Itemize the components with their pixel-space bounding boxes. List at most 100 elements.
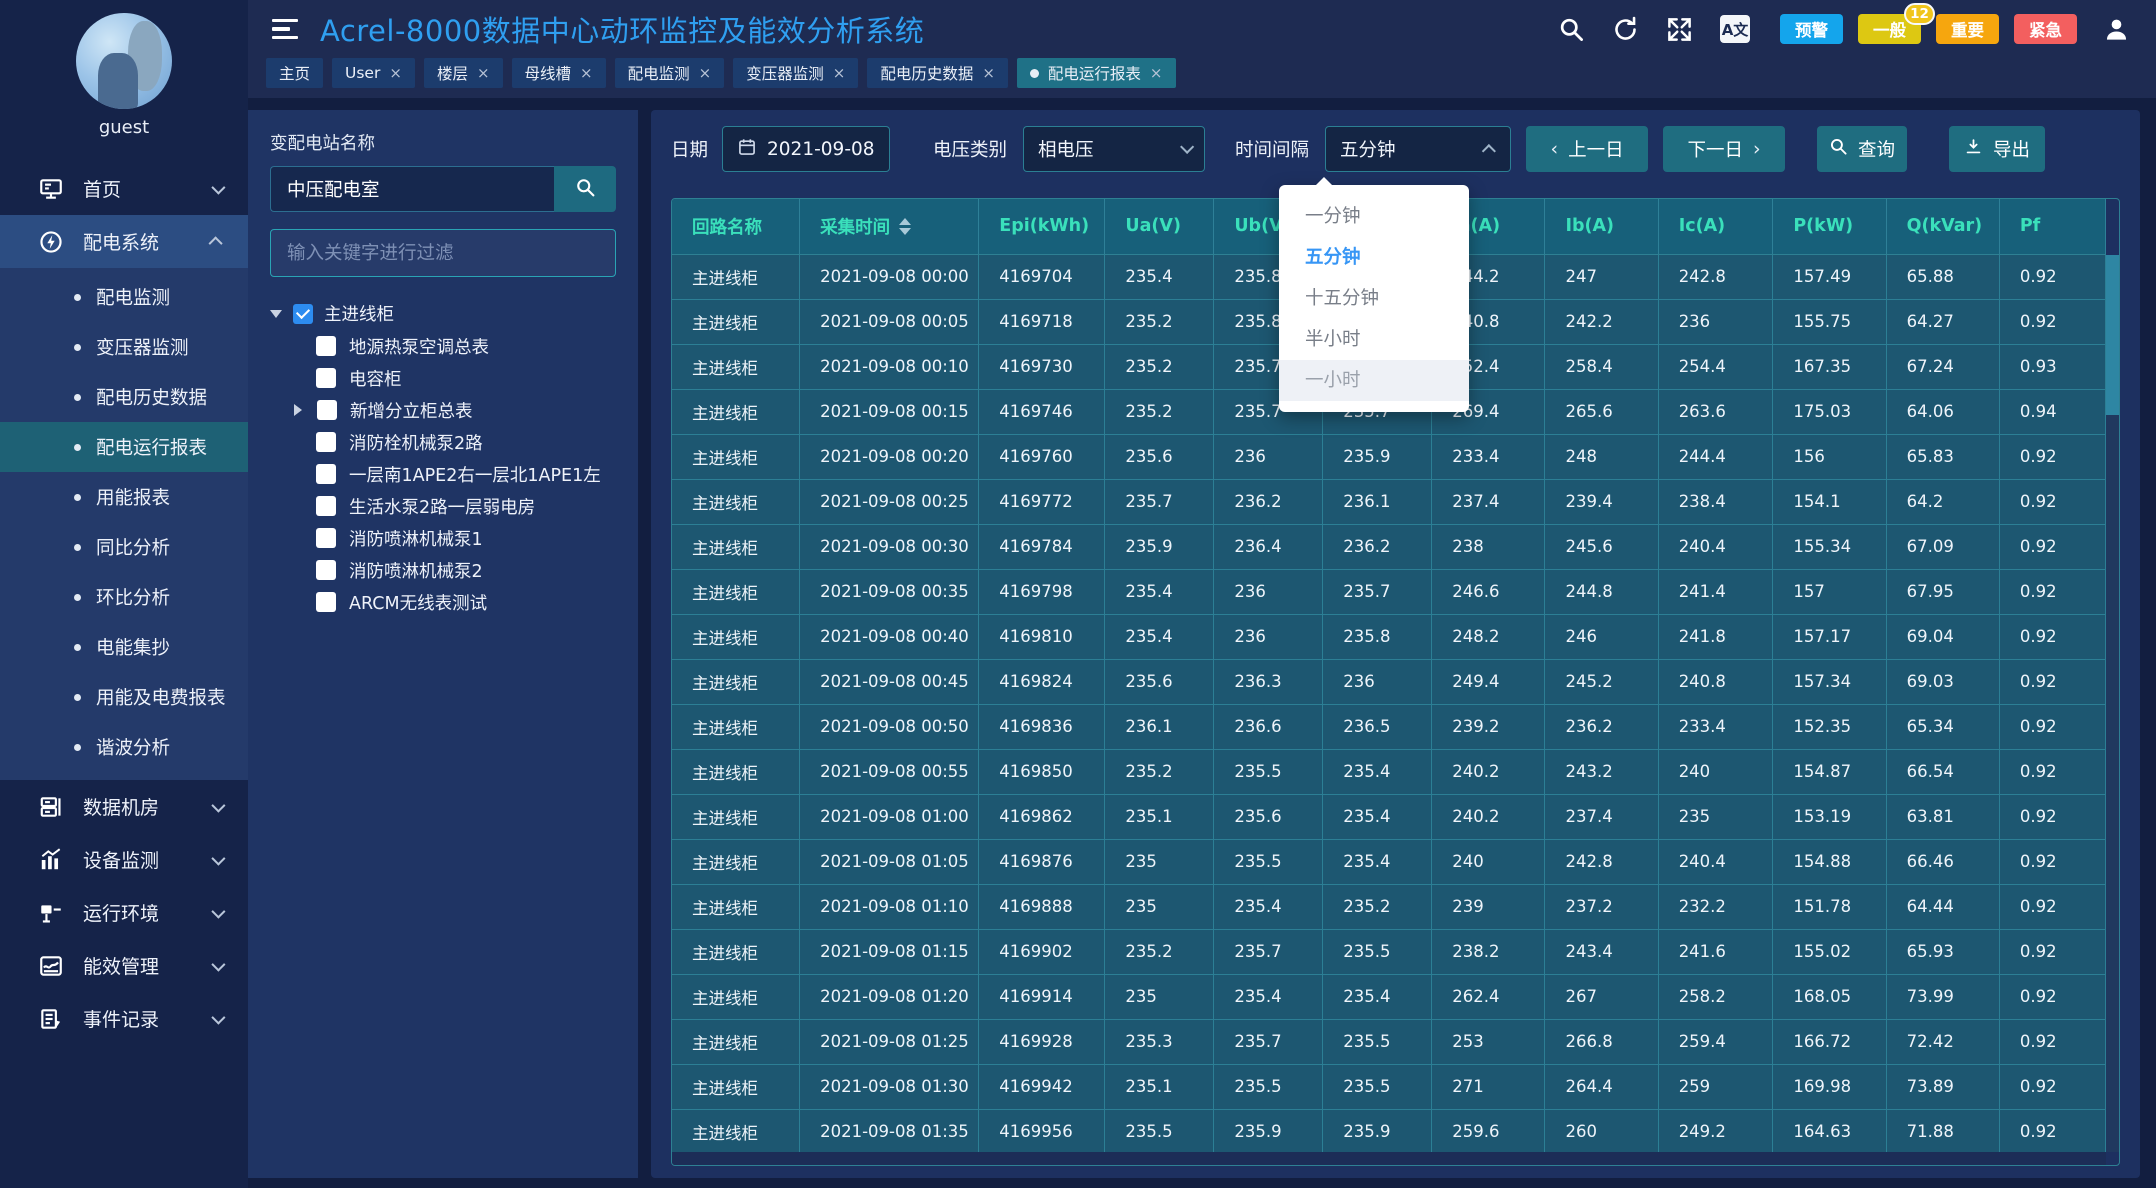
fullscreen-icon[interactable] xyxy=(1666,16,1693,43)
checkbox-unchecked[interactable] xyxy=(316,432,336,452)
sort-icon[interactable] xyxy=(899,218,911,235)
search-icon[interactable] xyxy=(1558,16,1585,43)
close-icon[interactable]: × xyxy=(477,66,490,81)
checkbox-unchecked[interactable] xyxy=(316,592,336,612)
interval-option-半小时[interactable]: 半小时 xyxy=(1279,319,1469,360)
sidebar-item-能效管理[interactable]: 能效管理 xyxy=(0,939,248,992)
export-button[interactable]: 导出 xyxy=(1949,126,2045,172)
alarm-badge[interactable]: 紧急 xyxy=(2014,14,2077,44)
tree-item-生活水泵2路一层弱电房[interactable]: 生活水泵2路一层弱电房 xyxy=(270,490,616,522)
sidebar-item-配电系统[interactable]: 配电系统 xyxy=(0,215,248,268)
refresh-icon[interactable] xyxy=(1612,16,1639,43)
checkbox-unchecked[interactable] xyxy=(316,464,336,484)
table-cell: 237.4 xyxy=(1432,479,1545,524)
close-icon[interactable]: × xyxy=(982,66,995,81)
sidebar-item-环比分析[interactable]: 环比分析 xyxy=(0,572,248,622)
chevron-down-icon[interactable] xyxy=(270,310,282,318)
table-cell: 242.2 xyxy=(1545,299,1658,344)
alarm-badge[interactable]: 重要 xyxy=(1936,14,1999,44)
interval-option-十五分钟[interactable]: 十五分钟 xyxy=(1279,278,1469,319)
sidebar-item-用能及电费报表[interactable]: 用能及电费报表 xyxy=(0,672,248,722)
sidebar-item-数据机房[interactable]: 数据机房 xyxy=(0,780,248,833)
sidebar-item-配电运行报表[interactable]: 配电运行报表 xyxy=(0,422,248,472)
tree-root-item[interactable]: 主进线柜 xyxy=(270,297,616,330)
checkbox-unchecked[interactable] xyxy=(316,368,336,388)
tree-filter-input[interactable] xyxy=(270,229,616,277)
collapse-menu-icon[interactable] xyxy=(272,19,298,39)
table-cell: 0.92 xyxy=(1999,614,2105,659)
tab-User[interactable]: User× xyxy=(332,58,415,88)
checkbox-checked[interactable] xyxy=(293,304,313,324)
tab-label: 配电历史数据 xyxy=(880,62,973,84)
close-icon[interactable]: × xyxy=(699,66,712,81)
tab-变压器监测[interactable]: 变压器监测× xyxy=(733,58,858,88)
table-cell: 157.17 xyxy=(1773,614,1886,659)
checkbox-unchecked[interactable] xyxy=(316,528,336,548)
tab-主页[interactable]: 主页 xyxy=(266,58,323,88)
next-day-button[interactable]: 下一日 › xyxy=(1663,126,1785,172)
alarm-badge[interactable]: 预警 xyxy=(1780,14,1843,44)
avatar[interactable] xyxy=(76,13,172,109)
sidebar-item-运行环境[interactable]: 运行环境 xyxy=(0,886,248,939)
table-cell: 243.4 xyxy=(1545,929,1658,974)
vertical-scrollbar[interactable] xyxy=(2106,255,2119,1152)
chevron-right-icon[interactable] xyxy=(294,404,302,416)
checkbox-unchecked[interactable] xyxy=(316,496,336,516)
close-icon[interactable]: × xyxy=(1150,66,1163,81)
tab-母线槽[interactable]: 母线槽× xyxy=(512,58,606,88)
tree-item-地源热泵空调总表[interactable]: 地源热泵空调总表 xyxy=(270,330,616,362)
tree-item-消防栓机械泵2路[interactable]: 消防栓机械泵2路 xyxy=(270,426,616,458)
tree-item-消防喷淋机械泵2[interactable]: 消防喷淋机械泵2 xyxy=(270,554,616,586)
table-cell: 233.4 xyxy=(1432,434,1545,479)
tab-配电运行报表[interactable]: 配电运行报表× xyxy=(1017,58,1176,88)
translate-icon[interactable]: A文 xyxy=(1720,15,1750,43)
alarm-badge[interactable]: 一般12 xyxy=(1858,14,1921,44)
interval-select[interactable]: 五分钟 xyxy=(1325,126,1511,172)
tab-配电历史数据[interactable]: 配电历史数据 × xyxy=(867,58,1008,88)
date-picker[interactable]: 2021-09-08 xyxy=(722,126,890,172)
checkbox-unchecked[interactable] xyxy=(316,560,336,580)
sidebar-item-谐波分析[interactable]: 谐波分析 xyxy=(0,722,248,772)
table-row: 主进线柜2021-09-08 01:354169956235.5235.9235… xyxy=(672,1109,2106,1154)
station-input[interactable] xyxy=(270,166,554,212)
horizontal-scrollbar[interactable] xyxy=(672,1152,2106,1165)
interval-option-五分钟[interactable]: 五分钟 xyxy=(1279,237,1469,278)
close-icon[interactable]: × xyxy=(580,66,593,81)
column-header-Ib(A): Ib(A) xyxy=(1545,199,1658,254)
column-header-采集时间[interactable]: 采集时间 xyxy=(800,199,979,254)
table-cell: 主进线柜 xyxy=(672,659,800,704)
tab-楼层[interactable]: 楼层× xyxy=(424,58,503,88)
station-search-button[interactable] xyxy=(554,166,616,212)
table-cell: 156 xyxy=(1773,434,1886,479)
interval-option-一小时[interactable]: 一小时 xyxy=(1279,360,1469,401)
table-cell: 235.4 xyxy=(1323,749,1432,794)
user-icon[interactable] xyxy=(2103,16,2130,43)
sidebar-item-电能集抄[interactable]: 电能集抄 xyxy=(0,622,248,672)
checkbox-unchecked[interactable] xyxy=(316,336,336,356)
sidebar-item-设备监测[interactable]: 设备监测 xyxy=(0,833,248,886)
prev-day-button[interactable]: ‹ 上一日 xyxy=(1526,126,1648,172)
voltage-select[interactable]: 相电压 xyxy=(1023,126,1205,172)
scrollbar-thumb[interactable] xyxy=(2106,255,2119,415)
interval-option-一分钟[interactable]: 一分钟 xyxy=(1279,196,1469,237)
table-cell: 236 xyxy=(1214,434,1323,479)
sidebar-item-用能报表[interactable]: 用能报表 xyxy=(0,472,248,522)
close-icon[interactable]: × xyxy=(833,66,846,81)
query-button[interactable]: 查询 xyxy=(1817,126,1907,172)
tree-item-一层南1APE2右一层北1APE1左[interactable]: 一层南1APE2右一层北1APE1左 xyxy=(270,458,616,490)
sidebar-item-事件记录[interactable]: 事件记录 xyxy=(0,992,248,1045)
sidebar-item-首页[interactable]: 首页 xyxy=(0,162,248,215)
sidebar-item-同比分析[interactable]: 同比分析 xyxy=(0,522,248,572)
table-cell: 233.4 xyxy=(1658,704,1773,749)
sidebar-item-变压器监测[interactable]: 变压器监测 xyxy=(0,322,248,372)
tab-配电监测[interactable]: 配电监测× xyxy=(615,58,725,88)
table-cell: 155.02 xyxy=(1773,929,1886,974)
tree-item-电容柜[interactable]: 电容柜 xyxy=(270,362,616,394)
tree-item-ARCM无线表测试[interactable]: ARCM无线表测试 xyxy=(270,586,616,618)
close-icon[interactable]: × xyxy=(389,66,402,81)
tree-item-消防喷淋机械泵1[interactable]: 消防喷淋机械泵1 xyxy=(270,522,616,554)
sidebar-item-配电监测[interactable]: 配电监测 xyxy=(0,272,248,322)
sidebar-item-配电历史数据[interactable]: 配电历史数据 xyxy=(0,372,248,422)
tree-item-新增分立柜总表[interactable]: 新增分立柜总表 xyxy=(270,394,616,426)
checkbox-unchecked[interactable] xyxy=(317,400,337,420)
